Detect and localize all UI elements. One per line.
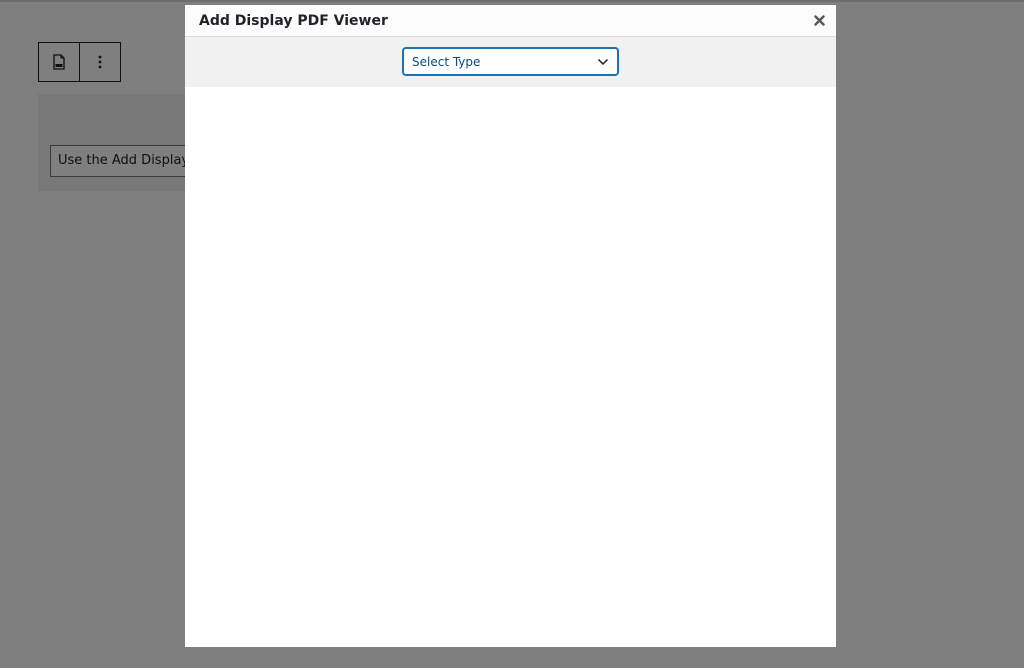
type-select-value: Select Type	[412, 54, 481, 69]
close-icon	[813, 14, 825, 26]
editor-page: Use the Add Display PDF Viewer button Ad…	[0, 0, 1024, 668]
modal-title: Add Display PDF Viewer	[199, 13, 388, 29]
modal-type-bar: Select Type	[185, 37, 836, 88]
type-select[interactable]: Select Type	[403, 48, 618, 75]
add-pdf-viewer-modal: Add Display PDF Viewer Select Type	[185, 5, 836, 647]
modal-header: Add Display PDF Viewer	[185, 5, 836, 37]
top-divider	[0, 0, 1024, 2]
close-button[interactable]	[810, 10, 828, 30]
chevron-down-icon	[595, 54, 611, 70]
modal-body	[185, 87, 836, 647]
